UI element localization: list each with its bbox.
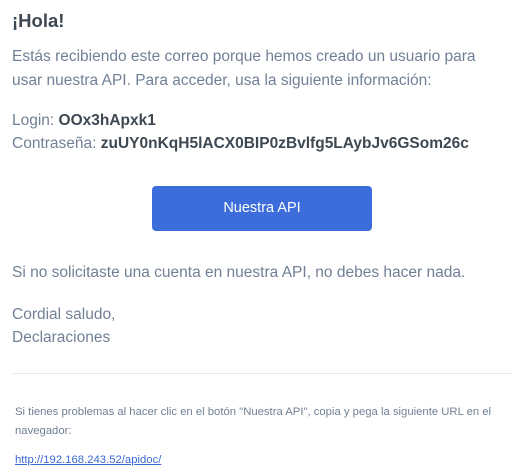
password-value: zuUY0nKqH5lACX0BIP0zBvlfg5LAybJv6GSom26c xyxy=(100,135,469,152)
nuestra-api-button[interactable]: Nuestra API xyxy=(152,186,372,231)
api-doc-link[interactable]: http://192.168.243.52/apidoc/ xyxy=(15,452,161,468)
closing-block: Cordial saludo, Declaraciones xyxy=(12,303,115,349)
password-line: Contraseña: zuUY0nKqH5lACX0BIP0zBvlfg5LA… xyxy=(12,133,469,155)
greeting-heading: ¡Hola! xyxy=(12,10,65,31)
signature-text: Declaraciones xyxy=(12,329,111,346)
login-label: Login: xyxy=(12,112,55,129)
login-value: OOx3hApxk1 xyxy=(58,112,156,129)
ignore-notice: Si no solicitaste una cuenta en nuestra … xyxy=(12,264,466,281)
closing-text: Cordial saludo, xyxy=(12,306,116,323)
trouble-notice: Si tienes problemas al hacer clic en el … xyxy=(15,406,492,437)
intro-paragraph: Estás recibiendo este correo porque hemo… xyxy=(12,48,476,89)
password-label: Contraseña: xyxy=(12,135,97,152)
login-line: Login: OOx3hApxk1 xyxy=(12,110,156,132)
footer-divider xyxy=(12,373,512,374)
